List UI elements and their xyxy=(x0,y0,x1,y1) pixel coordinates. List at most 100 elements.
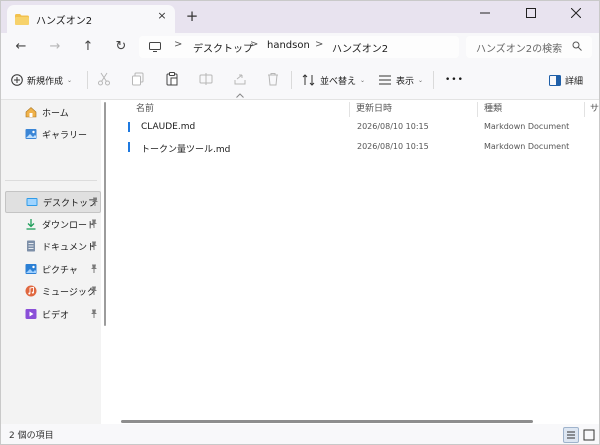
view-lines-icon xyxy=(379,75,391,85)
file-list: 名前 更新日時 種類 サ CLAUDE.md 2026/08/10 10:15 … xyxy=(108,93,599,424)
column-header-size[interactable]: サ xyxy=(590,100,599,119)
minimize-icon xyxy=(480,12,490,14)
toolbar-divider xyxy=(87,71,88,89)
up-button[interactable]: ↑ xyxy=(81,40,95,54)
file-modified: 2026/08/10 10:15 xyxy=(357,142,429,151)
delete-icon[interactable] xyxy=(266,72,282,88)
home-icon xyxy=(25,106,37,118)
breadcrumb-handson[interactable]: handson xyxy=(267,40,310,51)
sidebar-item-label: ドキュメント xyxy=(42,243,97,253)
address-bar[interactable]: > デスクトップ > handson > ハンズオン2 xyxy=(139,36,459,58)
table-row[interactable]: CLAUDE.md 2026/08/10 10:15 Markdown Docu… xyxy=(122,118,592,137)
view-button[interactable]: 表示 ⌄ xyxy=(378,72,423,88)
horizontal-scrollbar[interactable] xyxy=(121,420,533,423)
breadcrumb-separator[interactable]: > xyxy=(174,39,182,50)
chevron-down-icon: ⌄ xyxy=(67,76,73,84)
video-icon xyxy=(25,308,37,320)
markdown-file-icon xyxy=(128,142,130,152)
desktop-folder-icon xyxy=(26,196,38,208)
pin-icon xyxy=(90,286,98,297)
column-divider[interactable] xyxy=(349,102,350,117)
sidebar-item-label: ビデオ xyxy=(42,311,70,321)
sidebar-item-gallery[interactable]: ギャラリー xyxy=(5,124,99,144)
sidebar-item-label: デスクトップ xyxy=(43,199,98,209)
cut-icon[interactable] xyxy=(97,72,113,88)
rename-icon[interactable] xyxy=(199,72,215,88)
sidebar-item-label: ピクチャ xyxy=(42,266,78,276)
search-input[interactable]: ハンズオン2の検索 xyxy=(476,40,562,55)
pin-icon xyxy=(90,219,98,230)
refresh-button[interactable]: ↻ xyxy=(114,40,128,54)
sidebar-scrollbar[interactable] xyxy=(104,102,106,326)
table-row[interactable]: トークン量ツール.md 2026/08/10 10:15 Markdown Do… xyxy=(122,138,592,157)
sidebar-item-desktop[interactable]: デスクトップ xyxy=(5,191,101,213)
file-modified: 2026/08/10 10:15 xyxy=(357,122,429,131)
new-button[interactable]: 新規作成 ⌄ xyxy=(11,72,72,88)
sidebar-item-label: ダウンロード xyxy=(42,221,97,231)
sidebar-item-label: ギャラリー xyxy=(42,131,88,141)
title-bar: ハンズオン2 × + xyxy=(1,1,599,33)
details-view-button[interactable] xyxy=(563,427,579,443)
music-icon xyxy=(25,285,37,297)
document-icon xyxy=(25,240,37,252)
sidebar-item-music[interactable]: ミュージック xyxy=(5,281,99,301)
details-pane-button[interactable]: 詳細 xyxy=(549,72,583,88)
sort-button[interactable]: 並べ替え ⌄ xyxy=(302,72,365,88)
sidebar-item-pictures[interactable]: ピクチャ xyxy=(5,259,99,279)
toolbar-divider xyxy=(433,71,434,89)
sidebar-item-videos[interactable]: ビデオ xyxy=(5,304,99,324)
details-pane-icon xyxy=(549,74,561,86)
file-name: トークン量ツール.md xyxy=(141,145,231,155)
navigation-bar: ← → ↑ ↻ > デスクトップ > handson > ハンズオン2 ハンズオ… xyxy=(1,33,599,61)
forward-button[interactable]: → xyxy=(48,40,62,54)
chevron-down-icon: ⌄ xyxy=(360,76,366,84)
sidebar-item-documents[interactable]: ドキュメント xyxy=(5,236,99,256)
close-window-button[interactable] xyxy=(553,1,599,25)
search-box[interactable]: ハンズオン2の検索 xyxy=(466,36,592,58)
sort-icon xyxy=(302,74,315,86)
pictures-icon xyxy=(25,263,37,275)
breadcrumb-handson2[interactable]: ハンズオン2 xyxy=(332,40,388,55)
pin-icon xyxy=(90,264,98,275)
search-icon xyxy=(572,41,582,54)
back-button[interactable]: ← xyxy=(14,40,28,54)
maximize-button[interactable] xyxy=(508,1,554,25)
more-options-button[interactable]: ••• xyxy=(445,72,464,88)
sidebar-item-label: ホーム xyxy=(42,109,69,119)
sidebar-item-downloads[interactable]: ダウンロード xyxy=(5,214,99,234)
sidebar-divider xyxy=(5,180,97,181)
file-type: Markdown Document xyxy=(484,122,570,131)
new-tab-button[interactable]: + xyxy=(184,7,200,25)
folder-icon xyxy=(15,14,29,28)
file-name: CLAUDE.md xyxy=(141,122,196,132)
column-header-name[interactable]: 名前 xyxy=(136,100,154,119)
tab-title: ハンズオン2 xyxy=(36,16,93,27)
pin-icon xyxy=(90,309,98,320)
minimize-button[interactable] xyxy=(462,1,508,25)
close-icon xyxy=(571,8,581,18)
pin-icon xyxy=(91,197,99,208)
breadcrumb-desktop[interactable]: デスクトップ xyxy=(193,40,253,55)
sort-ascending-icon xyxy=(236,92,244,100)
details-view-icon xyxy=(567,431,575,439)
tab-handson2[interactable]: ハンズオン2 × xyxy=(7,5,175,33)
breadcrumb-separator[interactable]: > xyxy=(250,39,258,50)
breadcrumb-separator[interactable]: > xyxy=(315,39,323,50)
sort-label: 並べ替え xyxy=(320,76,357,87)
pin-icon xyxy=(90,241,98,252)
this-pc-icon[interactable] xyxy=(149,42,161,55)
paste-icon[interactable] xyxy=(165,72,181,88)
tiles-view-button[interactable] xyxy=(581,427,595,441)
close-tab-icon[interactable]: × xyxy=(155,9,169,23)
copy-icon[interactable] xyxy=(131,72,147,88)
column-divider[interactable] xyxy=(477,102,478,117)
sidebar-item-label: ミュージック xyxy=(42,288,96,298)
details-label: 詳細 xyxy=(565,76,584,87)
column-divider[interactable] xyxy=(584,102,585,117)
file-explorer-window: ハンズオン2 × + ← → ↑ ↻ > デスクトップ > handson > … xyxy=(0,0,600,445)
column-header-modified[interactable]: 更新日時 xyxy=(356,100,392,119)
sidebar-item-home[interactable]: ホーム xyxy=(5,102,99,122)
share-icon[interactable] xyxy=(233,72,249,88)
column-header-type[interactable]: 種類 xyxy=(484,100,502,119)
file-type: Markdown Document xyxy=(484,142,570,151)
